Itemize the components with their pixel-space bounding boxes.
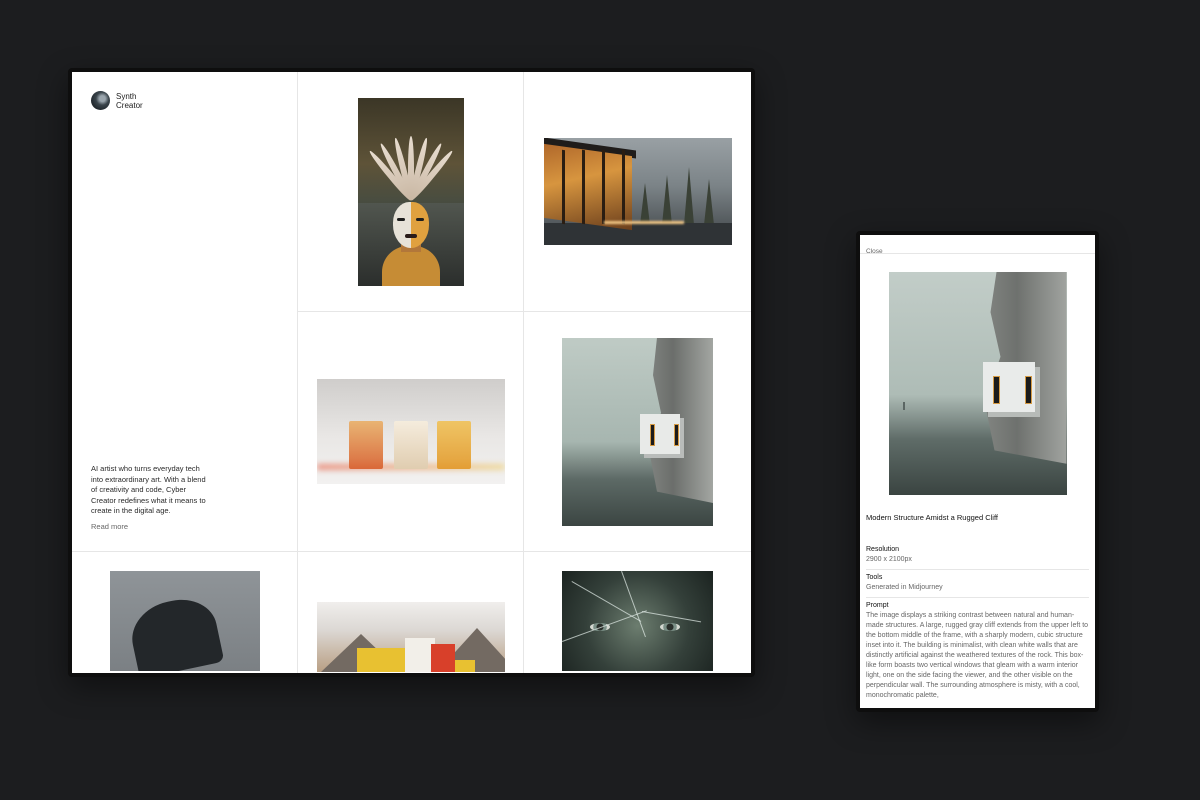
gallery-cell bbox=[524, 312, 751, 552]
mobile-screen: Close Modern Structure Amidst a Rugged C… bbox=[860, 235, 1095, 708]
gallery-cell bbox=[298, 552, 524, 673]
gallery-cell bbox=[72, 552, 298, 673]
resolution-label: Resolution bbox=[866, 546, 900, 553]
gallery-cell bbox=[298, 312, 524, 552]
gallery-image-brushstroke[interactable] bbox=[109, 571, 260, 671]
brand[interactable]: Synth Creator bbox=[91, 91, 156, 110]
gallery-image-cliff[interactable] bbox=[562, 337, 713, 526]
gallery-image-cubes[interactable] bbox=[316, 379, 505, 484]
tools-label: Tools bbox=[866, 574, 883, 581]
gallery-image-house[interactable] bbox=[543, 138, 732, 245]
gallery-cell bbox=[298, 72, 524, 312]
detail-image bbox=[888, 272, 1067, 495]
close-button[interactable]: Close bbox=[866, 248, 883, 255]
profile-panel: Synth Creator AI artist who turns everyd… bbox=[72, 72, 298, 552]
mobile-device-frame: Close Modern Structure Amidst a Rugged C… bbox=[856, 231, 1099, 712]
creator-bio: AI artist who turns everyday tech into e… bbox=[91, 464, 206, 516]
gallery-grid: Synth Creator AI artist who turns everyd… bbox=[72, 72, 751, 673]
avatar bbox=[91, 91, 110, 110]
prompt-label: Prompt bbox=[866, 602, 889, 609]
gallery-image-blocks[interactable] bbox=[316, 602, 505, 672]
detail-title: Modern Structure Amidst a Rugged Cliff bbox=[866, 513, 999, 522]
resolution-section: Resolution 2900 x 2100px bbox=[866, 542, 1089, 570]
gallery-cell bbox=[524, 552, 751, 673]
desktop-screen: Synth Creator AI artist who turns everyd… bbox=[72, 72, 751, 673]
tools-section: Tools Generated in Midjourney bbox=[866, 570, 1089, 598]
tools-value: Generated in Midjourney bbox=[866, 584, 943, 591]
read-more-link[interactable]: Read more bbox=[91, 522, 128, 531]
prompt-section: Prompt The image displays a striking con… bbox=[866, 598, 1089, 701]
desktop-device-frame: Synth Creator AI artist who turns everyd… bbox=[68, 68, 755, 677]
detail-header: Close bbox=[860, 235, 1095, 255]
prompt-text: The image displays a striking contrast b… bbox=[866, 612, 1089, 699]
gallery-image-face[interactable] bbox=[562, 571, 713, 671]
gallery-cell bbox=[524, 72, 751, 312]
gallery-image-portrait[interactable] bbox=[357, 97, 464, 286]
resolution-value: 2900 x 2100px bbox=[866, 556, 912, 563]
creator-name: Synth Creator bbox=[116, 91, 143, 110]
